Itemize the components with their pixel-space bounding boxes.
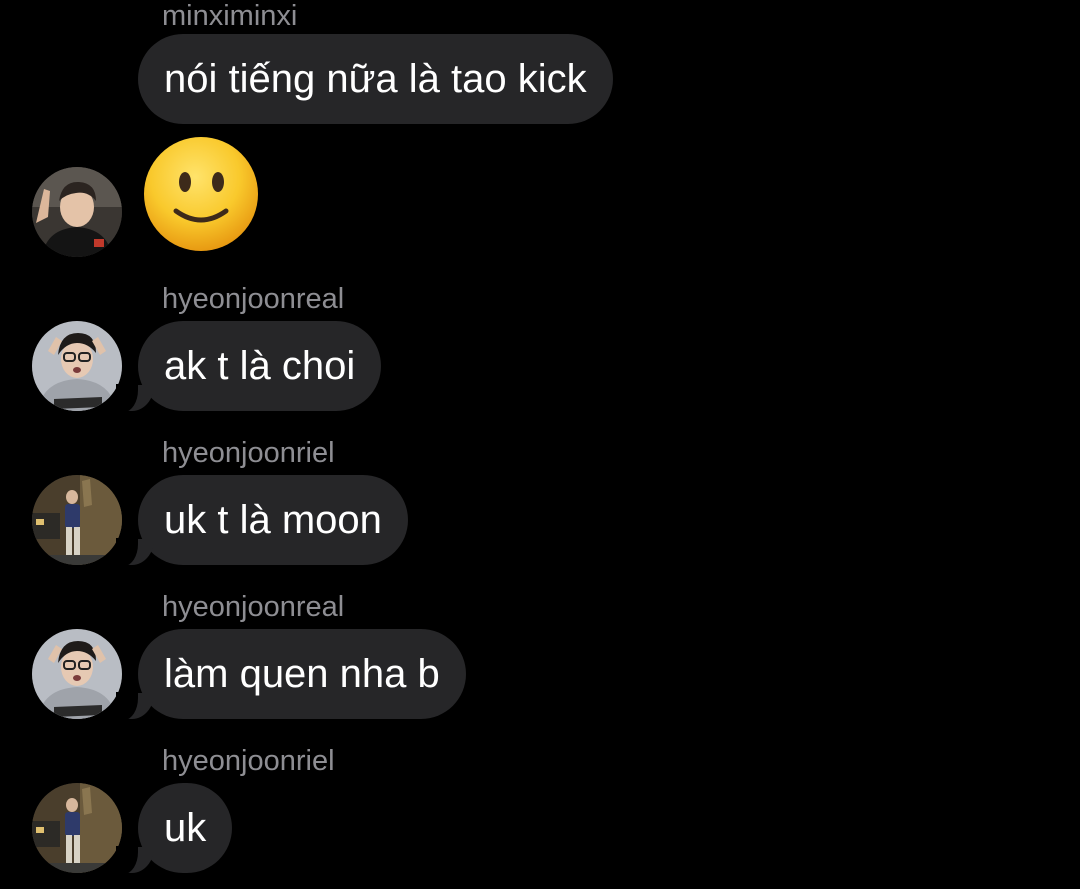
message-bubble[interactable]: ak t là choi bbox=[115, 321, 382, 412]
sender-name: hyeonjoonreal bbox=[162, 283, 345, 315]
message-text: nói tiếng nữa là tao kick bbox=[164, 57, 587, 101]
avatar-photo-icon bbox=[32, 629, 122, 719]
avatar-photo-icon bbox=[32, 321, 122, 411]
sender-name: hyeonjoonreal bbox=[162, 591, 345, 623]
avatar[interactable] bbox=[32, 167, 122, 257]
message-text: uk t là moon bbox=[164, 498, 382, 542]
message-text: ak t là choi bbox=[164, 344, 356, 388]
avatar-photo-icon bbox=[32, 167, 122, 257]
message-bubble[interactable]: uk t là moon bbox=[116, 475, 408, 566]
message-thread: minximinxi nói tiếng nữa là tao kick hye… bbox=[0, 0, 1080, 889]
slightly-smiling-face-icon bbox=[144, 137, 258, 251]
emoji-message[interactable] bbox=[142, 135, 262, 255]
avatar[interactable] bbox=[32, 321, 122, 411]
avatar[interactable] bbox=[32, 475, 122, 565]
sender-name: hyeonjoonriel bbox=[162, 745, 335, 777]
avatar[interactable] bbox=[32, 629, 122, 719]
sender-name: minximinxi bbox=[162, 0, 298, 32]
message-bubble[interactable]: uk bbox=[115, 783, 233, 874]
avatar[interactable] bbox=[32, 783, 122, 873]
message-bubble[interactable]: nói tiếng nữa là tao kick bbox=[138, 34, 613, 124]
sender-name: hyeonjoonriel bbox=[162, 437, 335, 469]
message-bubble[interactable]: làm quen nha b bbox=[116, 629, 466, 720]
avatar-photo-icon bbox=[32, 783, 122, 873]
avatar-photo-icon bbox=[32, 475, 122, 565]
message-text: làm quen nha b bbox=[164, 652, 440, 696]
message-text: uk bbox=[164, 806, 207, 850]
